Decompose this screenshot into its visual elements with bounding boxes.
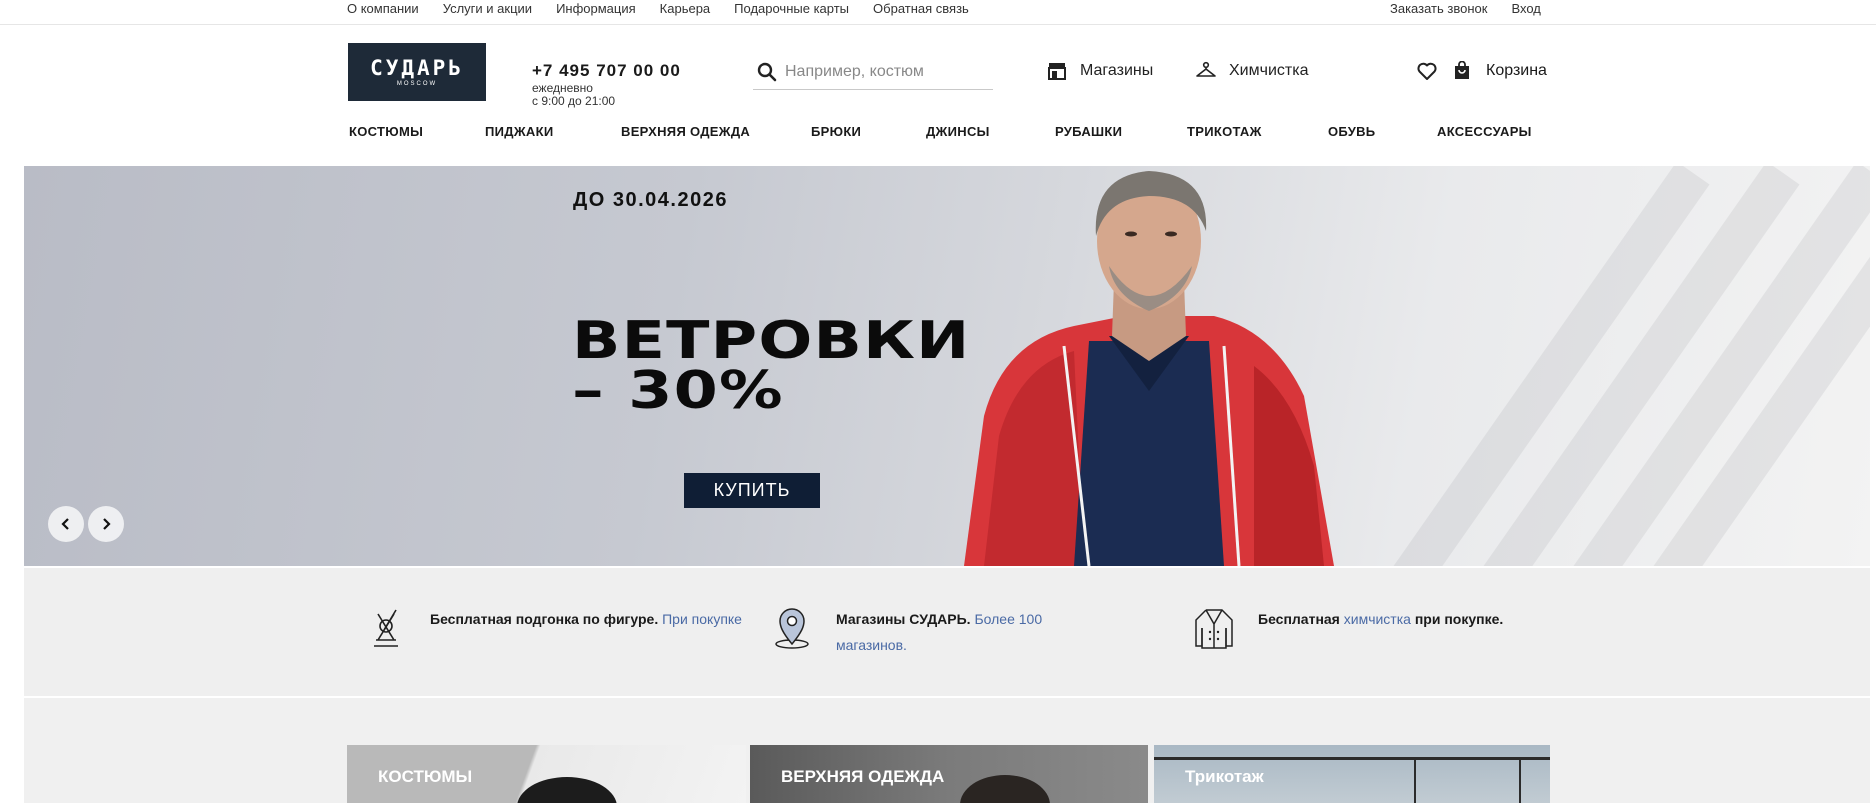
tile-knitwear-label: Трикотаж bbox=[1185, 767, 1264, 786]
benefit-cleaning: Бесплатная химчистка при покупке. bbox=[1194, 606, 1503, 650]
promo-date: ДО 30.04.2026 bbox=[573, 189, 728, 211]
logo-brand-text: СУДАРЬ bbox=[370, 56, 464, 80]
chevron-right-icon bbox=[103, 518, 111, 530]
model-head-silhouette bbox=[960, 775, 1050, 803]
dry-cleaning-label: Химчистка bbox=[1229, 62, 1309, 79]
benefit-cleaning-tail: при покупке. bbox=[1414, 611, 1504, 627]
location-pin-icon bbox=[775, 608, 809, 649]
link-login[interactable]: Вход bbox=[1511, 1, 1540, 16]
nav-suits[interactable]: КОСТЮМЫ bbox=[349, 124, 423, 139]
jacket-icon bbox=[1195, 609, 1233, 649]
benefits-strip: Бесплатная подгонка по фигуре. При покуп… bbox=[24, 568, 1870, 696]
dry-cleaning-link[interactable]: Химчистка bbox=[1195, 58, 1308, 84]
category-tiles: КОСТЮМЫ ВЕРХНЯЯ ОДЕЖДА Трикотаж bbox=[24, 698, 1870, 803]
hero-banner[interactable]: ДО 30.04.2026 ВЕТРОВКИ – 30% КУПИТЬ bbox=[24, 166, 1870, 566]
benefit-stores: Магазины СУДАРЬ. Более 100 магазинов. bbox=[772, 606, 1082, 658]
link-career[interactable]: Карьера bbox=[660, 1, 711, 16]
tile-suits-label: КОСТЮМЫ bbox=[378, 767, 473, 786]
benefit-cleaning-bold: Бесплатная bbox=[1258, 611, 1340, 627]
rail-post bbox=[1414, 757, 1416, 803]
working-hours-time: с 9:00 до 21:00 bbox=[532, 94, 616, 108]
nav-trousers[interactable]: БРЮКИ bbox=[811, 124, 861, 139]
heart-icon[interactable] bbox=[1416, 60, 1438, 82]
top-links-right: Заказать звонок Вход bbox=[1390, 0, 1541, 17]
benefit-fitting: Бесплатная подгонка по фигуре. При покуп… bbox=[366, 606, 742, 650]
benefit-cleaning-link[interactable]: химчистка bbox=[1344, 611, 1411, 627]
tile-knitwear[interactable]: Трикотаж bbox=[1154, 745, 1550, 803]
brand-logo[interactable]: СУДАРЬ MOSCOW bbox=[348, 43, 486, 101]
logo-sub-text: MOSCOW bbox=[396, 81, 438, 87]
category-nav: КОСТЮМЫ ПИДЖАКИ ВЕРХНЯЯ ОДЕЖДА БРЮКИ ДЖИ… bbox=[349, 124, 1532, 144]
benefit-fitting-link[interactable]: При покупке bbox=[662, 611, 742, 627]
link-services[interactable]: Услуги и акции bbox=[443, 1, 532, 16]
cart-link[interactable]: Корзина bbox=[1452, 58, 1547, 84]
tile-outerwear[interactable]: ВЕРХНЯЯ ОДЕЖДА bbox=[750, 745, 1148, 803]
store-icon bbox=[1048, 63, 1066, 80]
model-photo bbox=[964, 171, 1334, 566]
link-callback[interactable]: Заказать звонок bbox=[1390, 1, 1487, 16]
link-feedback[interactable]: Обратная связь bbox=[873, 1, 969, 16]
nav-shoes[interactable]: ОБУВЬ bbox=[1328, 124, 1375, 139]
nav-knitwear[interactable]: ТРИКОТАЖ bbox=[1187, 124, 1262, 139]
nav-jeans[interactable]: ДЖИНСЫ bbox=[926, 124, 990, 139]
tile-outerwear-label: ВЕРХНЯЯ ОДЕЖДА bbox=[781, 767, 945, 786]
promo-title: ВЕТРОВКИ – 30% bbox=[572, 311, 971, 421]
link-gift-cards[interactable]: Подарочные карты bbox=[734, 1, 849, 16]
link-about[interactable]: О компании bbox=[347, 1, 419, 16]
benefit-stores-bold: Магазины СУДАРЬ. bbox=[836, 611, 971, 627]
phone-number[interactable]: +7 495 707 00 00 bbox=[532, 61, 681, 81]
stores-label: Магазины bbox=[1080, 62, 1154, 79]
search-box bbox=[753, 55, 993, 90]
sewing-icon bbox=[374, 609, 398, 647]
search-input[interactable] bbox=[785, 59, 990, 85]
rail-bar bbox=[1154, 757, 1550, 760]
rail-post bbox=[1519, 757, 1521, 803]
chevron-left-icon bbox=[61, 518, 69, 530]
promo-title-line2: – 30% bbox=[572, 361, 784, 421]
promo-title-line1: ВЕТРОВКИ bbox=[572, 311, 971, 371]
hanger-icon bbox=[1196, 61, 1216, 77]
benefit-fitting-bold: Бесплатная подгонка по фигуре. bbox=[430, 611, 659, 627]
cart-label: Корзина bbox=[1486, 62, 1547, 79]
nav-outerwear[interactable]: ВЕРХНЯЯ ОДЕЖДА bbox=[621, 124, 750, 139]
slider-prev-button[interactable] bbox=[48, 506, 84, 542]
model-head-silhouette bbox=[517, 777, 617, 803]
link-info[interactable]: Информация bbox=[556, 1, 636, 16]
nav-accessories[interactable]: АКСЕССУАРЫ bbox=[1437, 124, 1532, 139]
top-links-left: О компании Услуги и акции Информация Кар… bbox=[347, 0, 969, 17]
tile-suits[interactable]: КОСТЮМЫ bbox=[347, 745, 746, 803]
nav-shirts[interactable]: РУБАШКИ bbox=[1055, 124, 1122, 139]
stores-link[interactable]: Магазины bbox=[1046, 58, 1153, 84]
shopping-bag-icon bbox=[1455, 61, 1469, 79]
nav-jackets[interactable]: ПИДЖАКИ bbox=[485, 124, 553, 139]
buy-button[interactable]: КУПИТЬ bbox=[684, 473, 820, 508]
slider-next-button[interactable] bbox=[88, 506, 124, 542]
top-utility-bar: О компании Услуги и акции Информация Кар… bbox=[0, 0, 1876, 25]
search-icon[interactable] bbox=[757, 62, 777, 82]
